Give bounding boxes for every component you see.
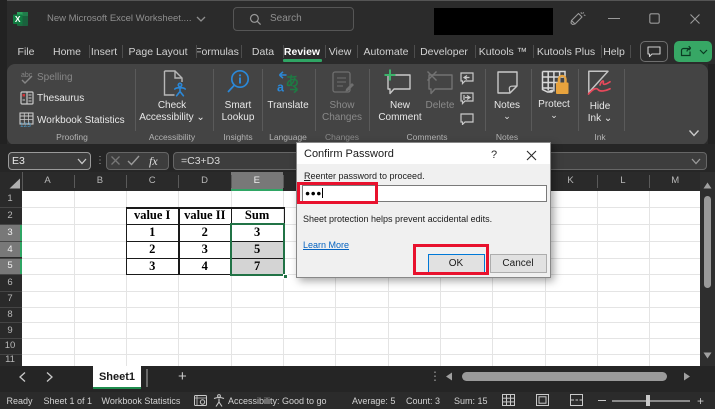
svg-text:あ: あ (286, 74, 300, 89)
svg-text:X: X (15, 14, 21, 24)
svg-text:a: a (277, 81, 285, 95)
svg-text:123: 123 (20, 122, 31, 127)
